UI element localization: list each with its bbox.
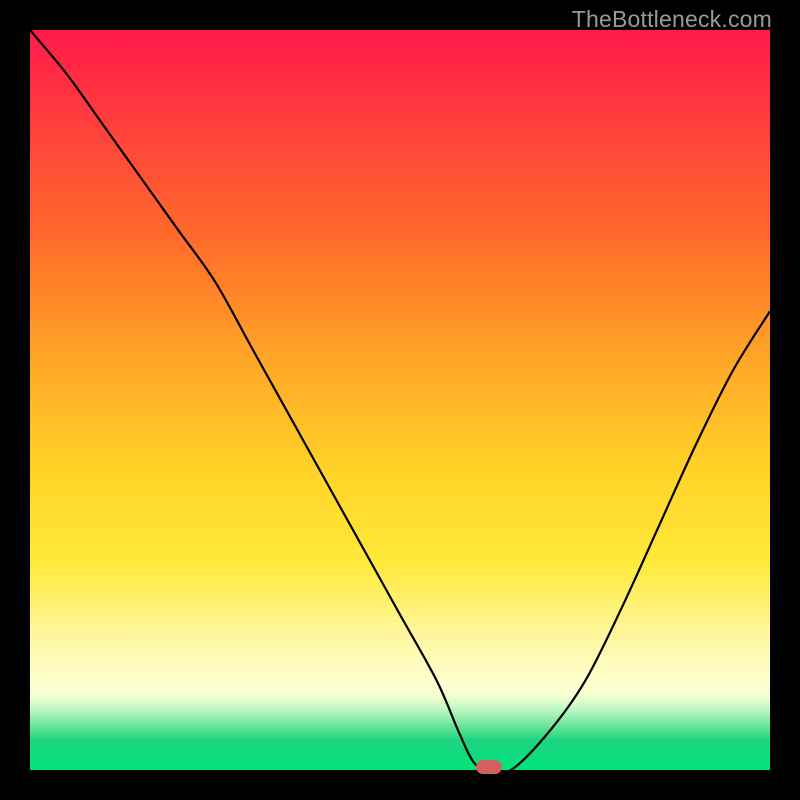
bottleneck-curve xyxy=(30,30,770,770)
optimal-marker xyxy=(476,760,502,774)
curve-path xyxy=(30,30,770,773)
watermark-text: TheBottleneck.com xyxy=(572,6,772,33)
chart-container: TheBottleneck.com xyxy=(0,0,800,800)
plot-area xyxy=(30,30,770,770)
